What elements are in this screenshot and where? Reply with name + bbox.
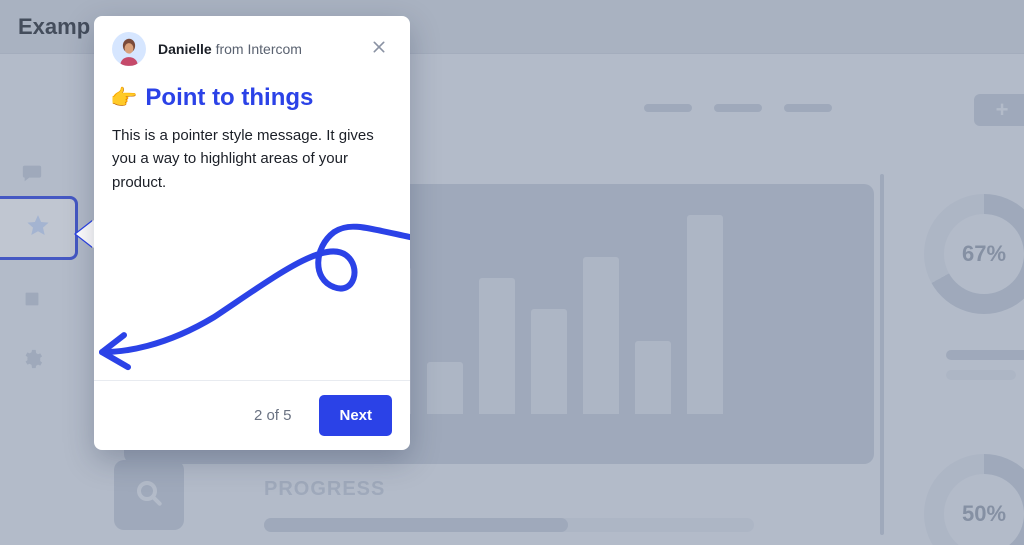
decorative-arrow-icon [94, 194, 410, 380]
close-button[interactable] [366, 36, 392, 62]
avatar [112, 32, 146, 66]
popover-header: Danielle from Intercom [94, 16, 410, 70]
step-indicator: 2 of 5 [254, 407, 292, 424]
tour-popover: Danielle from Intercom 👉 Point to things… [94, 16, 410, 450]
close-icon [371, 39, 387, 60]
popover-body: This is a pointer style message. It give… [94, 116, 410, 194]
popover-title: 👉 Point to things [94, 70, 410, 116]
popover-title-text: Point to things [145, 84, 313, 112]
author-name: Danielle [158, 41, 212, 57]
author-line: Danielle from Intercom [158, 41, 302, 57]
point-right-icon: 👉 [110, 85, 137, 111]
popover-footer: 2 of 5 Next [94, 380, 410, 450]
pointer-arrow-icon [76, 220, 94, 248]
author-from: from Intercom [216, 41, 302, 57]
next-button[interactable]: Next [319, 395, 392, 436]
